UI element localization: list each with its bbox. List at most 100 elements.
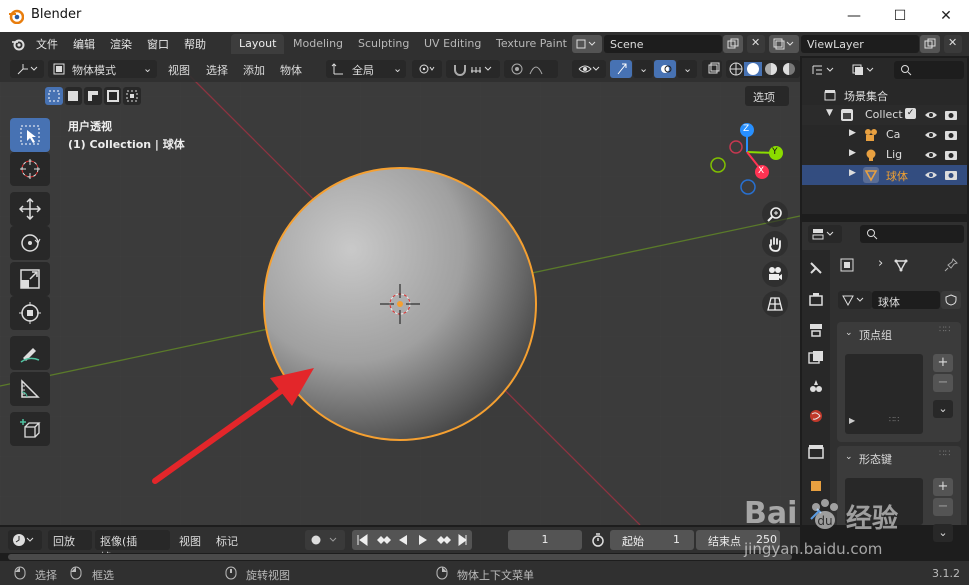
expand-arrow-icon[interactable]: ▶ — [849, 148, 856, 158]
minimize-button[interactable]: — — [831, 0, 877, 32]
pan-button[interactable] — [762, 231, 788, 257]
pivot-point-dropdown[interactable] — [412, 60, 442, 78]
shape-keys-title[interactable]: 形态键 — [859, 451, 892, 467]
select-intersect-button[interactable] — [123, 87, 141, 105]
eye-icon[interactable] — [924, 109, 938, 121]
remove-viewlayer-button[interactable]: ✕ — [944, 35, 962, 53]
playback-dropdown[interactable]: 回放⌄ — [48, 530, 92, 562]
xray-toggle[interactable] — [702, 60, 722, 78]
timeline-menu-view[interactable]: 视图 — [179, 533, 201, 549]
panel-collapse-icon[interactable]: ⌄ — [845, 328, 853, 338]
object-visibility-dropdown[interactable] — [572, 60, 606, 78]
menu-render[interactable]: 渲染 — [110, 36, 132, 52]
drag-handle-icon[interactable]: ∷∷ — [939, 449, 950, 459]
properties-editor-type-button[interactable] — [808, 225, 842, 243]
gizmo-toggle[interactable] — [610, 60, 632, 78]
transform-orientation-dropdown[interactable]: 全局 ⌄ — [326, 60, 406, 78]
outliner-row-collection[interactable]: ▼ Collect ✓ — [802, 105, 967, 125]
viewlayer-selector-button[interactable] — [769, 35, 799, 53]
zoom-button[interactable] — [762, 201, 788, 227]
add-shape-key-button[interactable]: + — [933, 478, 953, 496]
shape-key-specials-button[interactable]: ⌄ — [933, 524, 953, 542]
view-layer-properties-icon[interactable] — [808, 350, 824, 366]
render-properties-icon[interactable] — [808, 292, 824, 308]
mesh-browse-button[interactable] — [838, 291, 872, 309]
remove-vertex-group-button[interactable]: − — [933, 374, 953, 392]
object-properties-icon[interactable] — [808, 478, 824, 494]
tool-annotate[interactable] — [10, 336, 50, 370]
tab-sculpting[interactable]: Sculpting — [350, 34, 417, 54]
scene-selector-button[interactable] — [572, 35, 602, 53]
mode-dropdown[interactable]: 物体模式 ⌄ — [48, 60, 157, 78]
viewport-menu-view[interactable]: 视图 — [168, 62, 190, 78]
collection-properties-icon[interactable] — [808, 444, 824, 460]
tool-transform[interactable] — [10, 296, 50, 330]
world-properties-icon[interactable] — [808, 408, 824, 424]
vertex-groups-title[interactable]: 顶点组 — [859, 327, 892, 343]
tab-uv-editing[interactable]: UV Editing — [416, 34, 489, 54]
editor-type-button[interactable] — [10, 60, 44, 78]
panel-collapse-icon[interactable]: ⌄ — [845, 452, 853, 462]
gizmo-x-label[interactable]: X — [758, 166, 764, 176]
viewport-menu-add[interactable]: 添加 — [243, 62, 265, 78]
outliner-search-input[interactable] — [894, 61, 964, 79]
expand-arrow-icon[interactable]: ▶ — [849, 168, 856, 178]
scene-name-field[interactable]: Scene — [604, 35, 722, 53]
snap-toggle[interactable] — [446, 60, 500, 78]
tool-settings-icon[interactable] — [808, 260, 824, 276]
3d-viewport[interactable]: Z Y X 物体模式 ⌄ 视图 选择 添加 物体 全局 ⌄ ⌄ ⌄ 选项 用户透… — [0, 56, 800, 525]
menu-help[interactable]: 帮助 — [184, 36, 206, 52]
select-extend-button[interactable] — [64, 87, 83, 105]
proportional-edit-toggle[interactable] — [504, 60, 558, 78]
tool-measure[interactable] — [10, 372, 50, 406]
camera-view-button[interactable] — [762, 261, 788, 287]
tool-rotate[interactable] — [10, 226, 50, 260]
outliner-row-scene-collection[interactable]: 场景集合 — [802, 85, 967, 105]
close-button[interactable]: ✕ — [923, 0, 969, 32]
select-subtract-button[interactable] — [84, 87, 102, 105]
gizmo-dropdown[interactable]: ⌄ — [633, 60, 653, 78]
camera-render-icon[interactable] — [944, 128, 958, 142]
add-vertex-group-button[interactable]: + — [933, 354, 953, 372]
camera-render-icon[interactable] — [944, 148, 958, 162]
drag-handle-icon[interactable]: ∷∷ — [939, 325, 950, 335]
menu-file[interactable]: 文件 — [36, 36, 58, 52]
properties-search-input[interactable] — [860, 225, 964, 243]
current-frame-field[interactable]: 1 — [508, 530, 582, 550]
outliner-row-camera[interactable]: ▶ Ca — [802, 125, 967, 145]
tab-layout[interactable]: Layout — [231, 34, 285, 54]
timeline-menu-marker[interactable]: 标记 — [216, 533, 238, 549]
menu-window[interactable]: 窗口 — [147, 36, 169, 52]
expand-arrow-icon[interactable]: ▶ — [849, 128, 856, 138]
eye-icon[interactable] — [924, 169, 938, 181]
eye-icon[interactable] — [924, 129, 938, 141]
output-properties-icon[interactable] — [808, 322, 824, 338]
list-expand-icon[interactable]: ▶ — [849, 416, 855, 425]
collection-checkbox[interactable]: ✓ — [905, 108, 916, 119]
viewlayer-name-field[interactable]: ViewLayer — [801, 35, 919, 53]
keying-dropdown[interactable]: 抠像(插帧)⌄ — [95, 530, 170, 564]
camera-render-icon[interactable] — [944, 168, 958, 182]
options-dropdown[interactable]: 选项 — [745, 86, 789, 106]
playback-icons[interactable] — [355, 533, 469, 547]
preview-range-toggle[interactable] — [588, 530, 608, 550]
list-resize-handle-icon[interactable]: ∷∷ — [889, 415, 899, 424]
tool-cursor[interactable] — [10, 152, 50, 186]
expand-arrow-icon[interactable]: ▼ — [826, 108, 833, 118]
tool-select-box[interactable] — [10, 118, 50, 152]
gizmo-y-label[interactable]: Y — [772, 147, 778, 157]
tab-modeling[interactable]: Modeling — [285, 34, 351, 54]
display-mode-button[interactable] — [848, 61, 882, 79]
remove-shape-key-button[interactable]: − — [933, 498, 953, 516]
start-frame-field[interactable]: 起始 1 — [610, 530, 694, 550]
tab-texture-paint[interactable]: Texture Paint — [488, 34, 575, 54]
eye-icon[interactable] — [924, 149, 938, 161]
overlay-toggle[interactable] — [654, 60, 676, 78]
tool-add-cube[interactable] — [10, 412, 50, 446]
viewport-menu-object[interactable]: 物体 — [280, 62, 302, 78]
mesh-name-field[interactable]: 球体 — [872, 291, 940, 309]
maximize-button[interactable]: ☐ — [877, 0, 923, 32]
timeline-editor-type-button[interactable] — [8, 530, 42, 550]
select-invert-button[interactable] — [103, 87, 122, 105]
perspective-toggle-button[interactable] — [762, 291, 788, 317]
